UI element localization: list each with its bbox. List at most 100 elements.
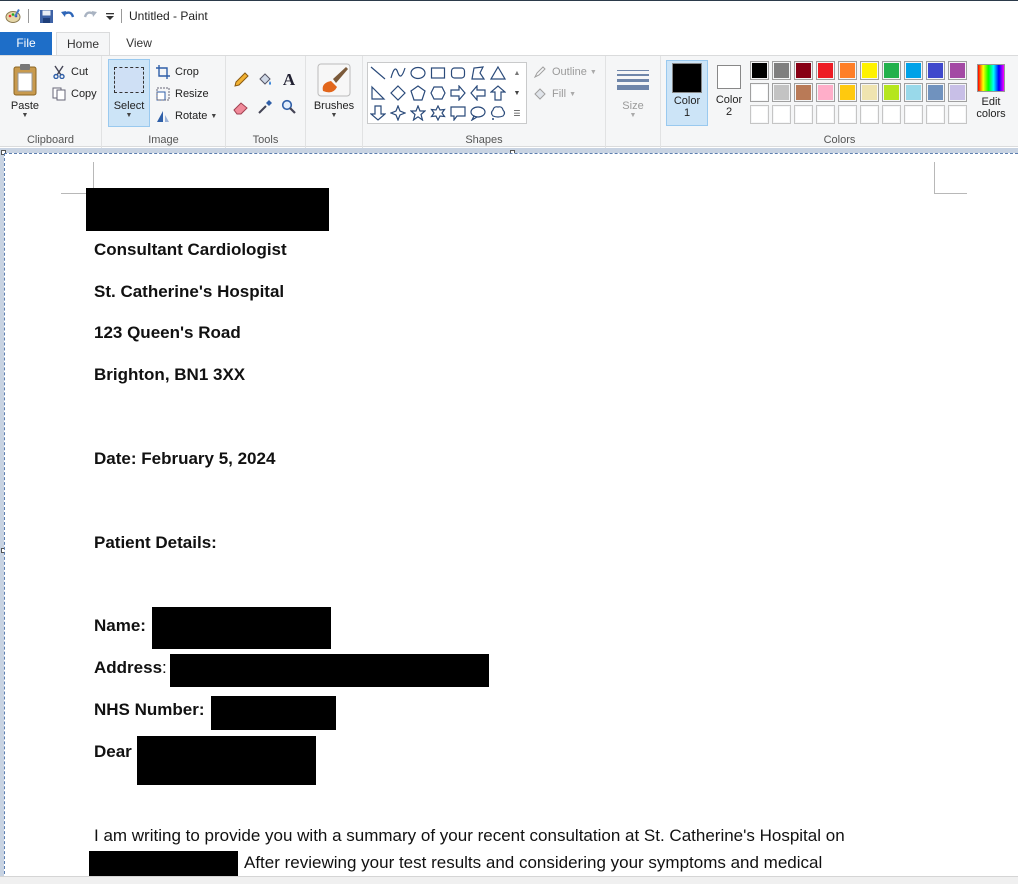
text-tool-icon[interactable]: A [280,70,298,89]
tab-view[interactable]: View [116,32,162,55]
palette-swatch[interactable] [838,105,857,124]
palette-swatch[interactable] [750,61,769,80]
diamond-shape-icon[interactable] [389,84,407,102]
left-arrow-shape-icon[interactable] [469,84,487,102]
page-corner-mark [934,162,935,194]
tools-group-label: Tools [252,134,279,146]
palette-swatch[interactable] [926,83,945,102]
down-arrow-shape-icon[interactable] [369,104,387,122]
crop-button[interactable]: Crop [154,62,199,82]
scroll-down-icon[interactable]: ▼ [510,84,524,102]
expand-gallery-icon[interactable]: ☰ [510,104,524,122]
up-arrow-shape-icon[interactable] [489,84,507,102]
doc-patient-details-heading: Patient Details: [94,533,217,552]
color-picker-icon[interactable] [256,98,274,116]
polygon-shape-icon[interactable] [469,64,487,82]
four-point-star-shape-icon[interactable] [389,104,407,122]
palette-swatch[interactable] [904,105,923,124]
palette-swatch[interactable] [882,105,901,124]
palette-swatch-color [884,63,899,78]
palette-swatch[interactable] [772,61,791,80]
palette-swatch[interactable] [860,105,879,124]
color2-label: Color [715,94,743,106]
tab-home[interactable]: Home [56,32,110,56]
paste-button[interactable]: Paste ▼ [4,60,46,124]
edit-colors-button[interactable]: Edit colors [969,60,1013,126]
palette-swatch[interactable] [794,61,813,80]
paint-app-icon[interactable] [4,7,22,25]
palette-swatch[interactable] [860,83,879,102]
oval-shape-icon[interactable] [409,64,427,82]
cut-button[interactable]: Cut [50,62,88,82]
fill-bucket-icon[interactable] [256,71,274,89]
select-icon [109,60,149,100]
oval-callout-shape-icon[interactable] [469,104,487,122]
color2-button[interactable]: Color 2 [709,60,749,126]
palette-swatch[interactable] [794,105,813,124]
palette-swatch-color [950,63,965,78]
size-button[interactable]: Size ▼ [612,60,654,124]
hexagon-shape-icon[interactable] [429,84,447,102]
tab-file[interactable]: File [0,32,52,55]
palette-swatch[interactable] [882,61,901,80]
ribbon: Paste ▼ Cut Copy Clipboard Select ▼ Crop… [0,55,1018,148]
palette-swatch[interactable] [838,83,857,102]
palette-swatch[interactable] [750,83,769,102]
six-point-star-shape-icon[interactable] [429,104,447,122]
scroll-up-icon[interactable]: ▲ [510,64,524,82]
color2-number: 2 [725,106,733,118]
save-icon[interactable] [37,7,55,25]
brushes-button[interactable]: Brushes ▼ [310,60,358,124]
five-point-star-shape-icon[interactable] [409,104,427,122]
rounded-rectangle-shape-icon[interactable] [449,64,467,82]
rectangular-callout-shape-icon[interactable] [449,104,467,122]
drawing-canvas[interactable]: Consultant Cardiologist St. Catherine's … [4,153,1018,884]
palette-swatch[interactable] [926,105,945,124]
palette-swatch[interactable] [904,83,923,102]
palette-swatch[interactable] [860,61,879,80]
pencil-icon[interactable] [232,71,250,89]
palette-swatch-color [884,107,899,122]
magnifier-icon[interactable] [280,98,298,116]
rectangle-shape-icon[interactable] [429,64,447,82]
redo-icon[interactable] [81,7,99,25]
chevron-down-icon: ▼ [125,112,133,119]
copy-button[interactable]: Copy [50,84,97,104]
palette-swatch[interactable] [816,61,835,80]
clipboard-group-label: Clipboard [26,134,75,146]
color1-swatch [672,63,702,93]
palette-swatch[interactable] [948,83,967,102]
right-arrow-shape-icon[interactable] [449,84,467,102]
palette-swatch[interactable] [772,105,791,124]
pentagon-shape-icon[interactable] [409,84,427,102]
palette-swatch[interactable] [882,83,901,102]
palette-swatch[interactable] [794,83,813,102]
customize-quick-access-icon[interactable] [101,7,119,25]
palette-swatch[interactable] [816,83,835,102]
page-corner-mark [934,193,967,194]
triangle-shape-icon[interactable] [489,64,507,82]
doc-hospital-line: St. Catherine's Hospital [94,282,285,301]
fill-button[interactable]: Fill ▼ [531,84,576,104]
line-shape-icon[interactable] [369,64,387,82]
palette-swatch[interactable] [816,105,835,124]
right-triangle-shape-icon[interactable] [369,84,387,102]
undo-icon[interactable] [59,7,77,25]
palette-swatch[interactable] [926,61,945,80]
palette-swatch-color [796,63,811,78]
palette-swatch[interactable] [750,105,769,124]
palette-swatch[interactable] [772,83,791,102]
palette-swatch-color [796,107,811,122]
palette-swatch[interactable] [838,61,857,80]
palette-swatch[interactable] [948,105,967,124]
palette-swatch[interactable] [904,61,923,80]
outline-button[interactable]: Outline ▼ [531,62,597,82]
palette-swatch[interactable] [948,61,967,80]
select-button[interactable]: Select ▼ [108,59,150,127]
eraser-icon[interactable] [232,98,250,116]
curve-shape-icon[interactable] [389,64,407,82]
resize-button[interactable]: Resize [154,84,209,104]
cloud-callout-shape-icon[interactable] [489,104,507,122]
color1-button[interactable]: Color 1 [666,60,708,126]
rotate-button[interactable]: Rotate ▼ [154,106,217,126]
